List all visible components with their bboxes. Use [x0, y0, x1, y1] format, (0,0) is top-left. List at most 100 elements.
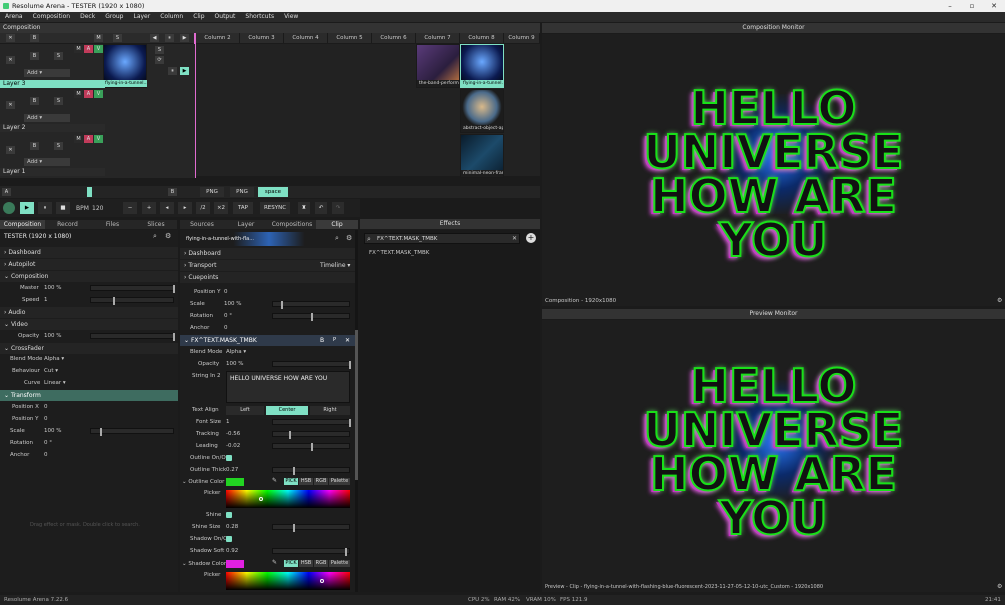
layer-3-a-button[interactable]: A	[84, 45, 93, 53]
tracking-value[interactable]: -0.56	[226, 429, 240, 439]
layer-2-solo-button[interactable]: S	[54, 97, 63, 105]
section-composition[interactable]: ⌄ Composition	[0, 271, 178, 282]
mute-all-button[interactable]: M	[94, 34, 103, 42]
tab-slices[interactable]: Slices	[135, 220, 177, 229]
metronome-icon[interactable]: ♜	[298, 202, 310, 214]
shadow-color-swatch[interactable]	[226, 560, 244, 568]
tab-compositions[interactable]: Compositions	[268, 220, 316, 229]
resync-button[interactable]: RESYNC	[260, 202, 290, 214]
clip-band-perform[interactable]: the-band-perform...	[416, 44, 460, 88]
section-dashboard[interactable]: › Dashboard	[0, 247, 178, 258]
outline-picker-handle[interactable]	[259, 497, 263, 501]
behaviour-dropdown[interactable]: Cut ▾	[44, 366, 58, 376]
effect-bypass-button[interactable]: B	[320, 335, 324, 346]
clip-scale-value[interactable]: 100 %	[224, 299, 241, 309]
solo-all-button[interactable]: S	[113, 34, 122, 42]
shadow-onoff-checkbox[interactable]	[226, 536, 232, 542]
bpm-value[interactable]: 120	[92, 205, 103, 212]
menu-group[interactable]: Group	[100, 12, 128, 22]
clip-rotation-slider[interactable]	[272, 313, 350, 321]
layer-3-mute-button[interactable]: M	[74, 45, 83, 53]
layer-1-mute-button[interactable]: M	[74, 135, 83, 143]
deck-b-button[interactable]: B	[168, 188, 177, 196]
tab-composition[interactable]: Composition	[0, 220, 45, 229]
prev-column-button[interactable]: ◀	[150, 34, 159, 42]
layer-1-add-dropdown[interactable]: Add ▾	[24, 158, 70, 166]
shadow-mode-palette[interactable]: Palette	[329, 560, 350, 567]
effect-blend-dropdown[interactable]: Alpha ▾	[226, 347, 246, 357]
transport-mode-dropdown[interactable]: Timeline ▾	[320, 260, 350, 271]
tab-layer[interactable]: Layer	[224, 220, 268, 229]
pause-column-button[interactable]: ⏸	[165, 34, 174, 42]
section-autopilot[interactable]: › Autopilot	[0, 259, 178, 270]
deck-tab-space[interactable]: space	[258, 187, 288, 197]
layer-2-add-dropdown[interactable]: Add ▾	[24, 114, 70, 122]
maximize-button[interactable]: ▫	[961, 0, 983, 12]
outline-mode-palette[interactable]: Palette	[329, 478, 350, 485]
layer-2-name-bar[interactable]: Layer 2	[0, 124, 105, 132]
bpm-double-button[interactable]: ×2	[214, 202, 228, 214]
layer-3-solo-small[interactable]: S	[155, 46, 164, 54]
effect-result-item[interactable]: FX^TEXT.MASK_TMBK	[369, 250, 429, 256]
layer-3-pause-button[interactable]: ⏸	[168, 67, 177, 75]
outline-thick-slider[interactable]	[272, 467, 350, 475]
redo-icon[interactable]: ↷	[332, 202, 344, 214]
deck-tab-png-2[interactable]: PNG	[230, 187, 254, 197]
deck-a-button[interactable]: A	[2, 188, 11, 196]
layer-1-bypass-button[interactable]: B	[30, 142, 39, 150]
speed-slider[interactable]	[90, 297, 174, 305]
next-column-button[interactable]: ▶	[180, 34, 189, 42]
curve-dropdown[interactable]: Linear ▾	[44, 378, 66, 388]
position-y-value[interactable]: 0	[44, 414, 48, 424]
shadow-soft-slider[interactable]	[272, 548, 350, 556]
clip-rotation-value[interactable]: 0 °	[224, 311, 232, 321]
search-icon[interactable]: ⌕	[153, 232, 157, 241]
section-transform[interactable]: ⌄ Transform	[0, 390, 178, 401]
clip-position-y-value[interactable]: 0	[224, 287, 228, 297]
layer-3-v-button[interactable]: V	[94, 45, 103, 53]
tap-button[interactable]: TAP	[233, 202, 253, 214]
leading-slider[interactable]	[272, 443, 350, 451]
bpm-minus-button[interactable]: −	[123, 202, 137, 214]
layer-1-solo-button[interactable]: S	[54, 142, 63, 150]
master-value[interactable]: 100 %	[44, 283, 61, 293]
shadow-mode-hsb[interactable]: HSB	[299, 560, 313, 567]
shine-size-value[interactable]: 0.28	[226, 522, 238, 532]
layer-1-a-button[interactable]: A	[84, 135, 93, 143]
effect-opacity-value[interactable]: 100 %	[226, 359, 243, 369]
section-crossfader[interactable]: ⌄ CrossFader	[0, 343, 178, 354]
scale-value[interactable]: 100 %	[44, 426, 61, 436]
layer-3-solo-button[interactable]: S	[54, 52, 63, 60]
shine-size-slider[interactable]	[272, 524, 350, 532]
menu-view[interactable]: View	[279, 12, 303, 22]
menu-arena[interactable]: Arena	[0, 12, 28, 22]
clip-scale-slider[interactable]	[272, 301, 350, 309]
font-size-slider[interactable]	[272, 419, 351, 427]
clip-section-dashboard[interactable]: › Dashboard	[180, 248, 358, 259]
layer-3-loop-icon[interactable]: ⟳	[155, 56, 164, 64]
clip-gear-icon[interactable]: ⚙	[346, 234, 352, 242]
menu-output[interactable]: Output	[210, 12, 241, 22]
effect-header[interactable]: ⌄ FX^TEXT.MASK_TMBK B P ✕	[180, 335, 358, 346]
outline-color-picker[interactable]	[226, 490, 350, 508]
column-header-2[interactable]: Column 2	[196, 33, 240, 43]
layer-2-v-button[interactable]: V	[94, 90, 103, 98]
bpm-half-button[interactable]: /2	[196, 202, 210, 214]
column-header-8[interactable]: Column 8	[460, 33, 504, 43]
close-window-button[interactable]: ✕	[983, 0, 1005, 12]
layer-3-play-button[interactable]: ▶	[180, 67, 189, 75]
preview-monitor-gear-icon[interactable]: ⚙	[997, 582, 1002, 592]
font-size-value[interactable]: 1	[226, 417, 230, 427]
effect-remove-button[interactable]: ✕	[345, 335, 350, 346]
crossfader-handle[interactable]	[87, 187, 92, 197]
shadow-color-picker[interactable]	[226, 572, 350, 590]
tab-sources[interactable]: Sources	[180, 220, 224, 229]
composition-monitor-view[interactable]: HELLO UNIVERSE HOW ARE YOU	[542, 34, 1005, 296]
clip-minimal-neon-frame[interactable]: minimal-neon-frame...	[460, 134, 504, 178]
layer-2-bypass-button[interactable]: B	[30, 97, 39, 105]
master-knob-icon[interactable]	[3, 202, 15, 214]
effects-search-input[interactable]: ⌕ FX^TEXT.MASK_TMBK ✕	[364, 233, 520, 244]
clip-section-transport[interactable]: › Transport Timeline ▾	[180, 260, 358, 271]
tab-record[interactable]: Record	[45, 220, 90, 229]
layer-1-clear-button[interactable]: ✕	[6, 146, 15, 154]
